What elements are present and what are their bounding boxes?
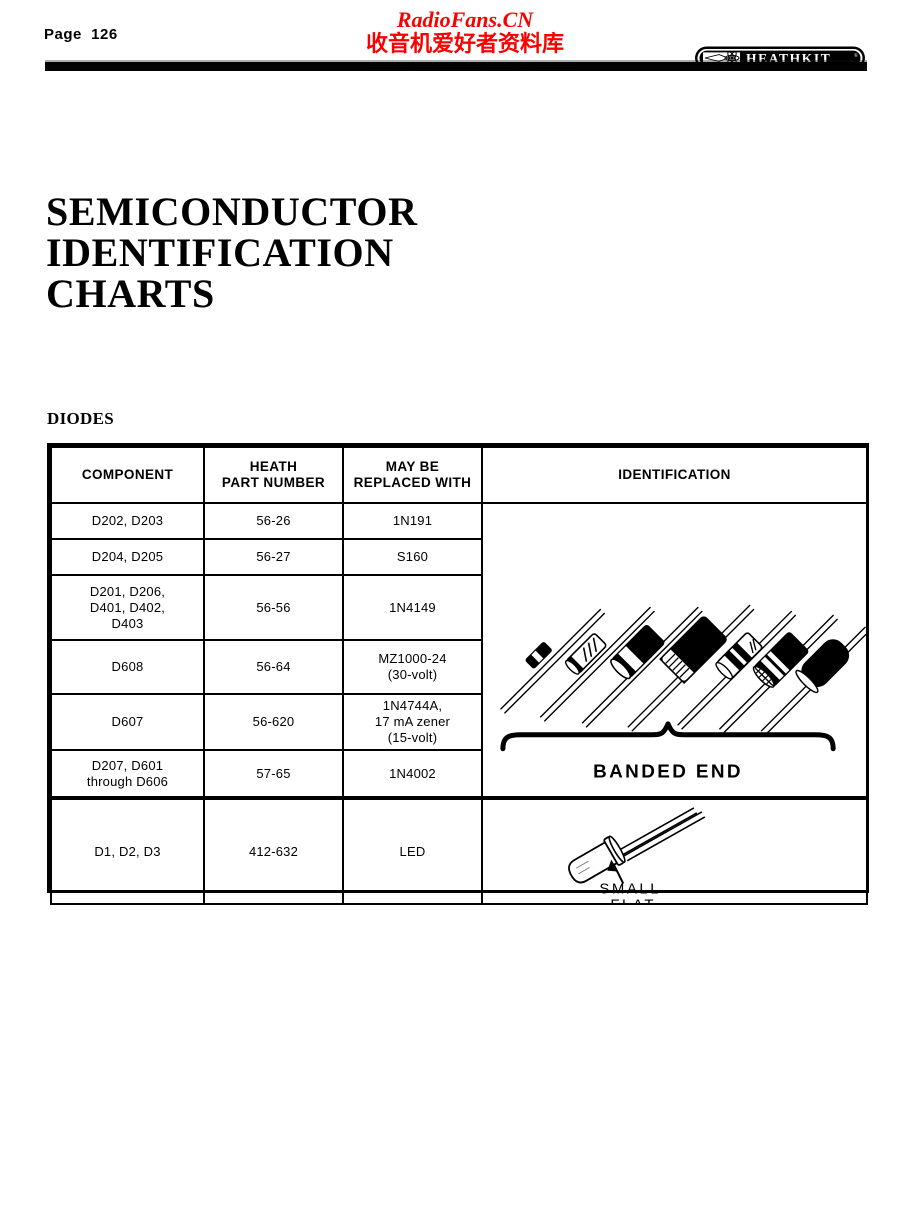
cell-replacement: 1N4002: [342, 749, 483, 800]
column-header-replacement: MAY BE REPLACED WITH: [342, 446, 483, 504]
watermark: RadioFans.CN 收音机爱好者资料库: [355, 7, 575, 57]
cell-identification-led: SMALL FLAT: [481, 796, 868, 905]
watermark-cjk-text: 收音机爱好者资料库: [365, 31, 564, 57]
header-divider-rule: [45, 60, 867, 71]
page-title: SEMICONDUCTOR IDENTIFICATION CHARTS: [46, 191, 418, 314]
cell-part-number: 56-620: [203, 692, 344, 752]
cell-component: D202, D203: [50, 501, 205, 541]
cell-part-number: 56-27: [203, 538, 344, 577]
cell-part-number: 412-632: [203, 796, 344, 905]
column-header-part-number: HEATH PART NUMBER: [203, 446, 344, 504]
cell-replacement: 1N191: [342, 501, 483, 541]
table-row: D1, D2, D3 412-632 LED SMALL: [50, 796, 868, 905]
cell-component: D1, D2, D3: [50, 796, 205, 905]
led-caption-line-2: FLAT: [610, 897, 656, 903]
column-header-component: COMPONENT: [50, 446, 205, 504]
cell-replacement: LED: [342, 796, 483, 905]
section-heading-diodes: DIODES: [47, 409, 114, 428]
cell-replacement: 1N4744A, 17 mA zener (15-volt): [342, 692, 483, 752]
page-number: Page 126: [44, 26, 118, 43]
cell-component: D607: [50, 692, 205, 752]
cell-component: D207, D601 through D606: [50, 749, 205, 800]
page-title-line-1: SEMICONDUCTOR: [46, 189, 418, 234]
led-caption-line-1: SMALL: [599, 881, 661, 898]
cell-component: D204, D205: [50, 538, 205, 577]
cell-replacement: 1N4149: [342, 574, 483, 641]
cell-replacement: S160: [342, 538, 483, 577]
banded-end-caption: BANDED END: [593, 762, 743, 783]
svg-text:®: ®: [854, 53, 858, 59]
page-title-line-3: CHARTS: [46, 271, 215, 316]
cell-part-number: 56-56: [203, 574, 344, 641]
table-header-row: COMPONENT HEATH PART NUMBER MAY BE REPLA…: [50, 446, 868, 504]
cell-replacement: MZ1000-24 (30-volt): [342, 638, 483, 695]
watermark-latin-text: RadioFans.CN: [396, 7, 534, 32]
cell-part-number: 56-26: [203, 501, 344, 541]
diode-illustration: BANDED END: [500, 604, 866, 783]
table-row: D202, D203 56-26 1N191 BANDED END: [50, 501, 868, 800]
cell-component: D201, D206, D401, D402, D403: [50, 574, 205, 641]
diode-identification-table: COMPONENT HEATH PART NUMBER MAY BE REPLA…: [47, 443, 869, 905]
column-header-identification: IDENTIFICATION: [481, 446, 868, 504]
cell-part-number: 56-64: [203, 638, 344, 695]
page-title-line-2: IDENTIFICATION: [46, 230, 394, 275]
cell-component: D608: [50, 638, 205, 695]
cell-identification-diodes: BANDED END: [481, 501, 868, 800]
led-illustration: SMALL FLAT: [568, 807, 706, 903]
cell-part-number: 57-65: [203, 749, 344, 800]
